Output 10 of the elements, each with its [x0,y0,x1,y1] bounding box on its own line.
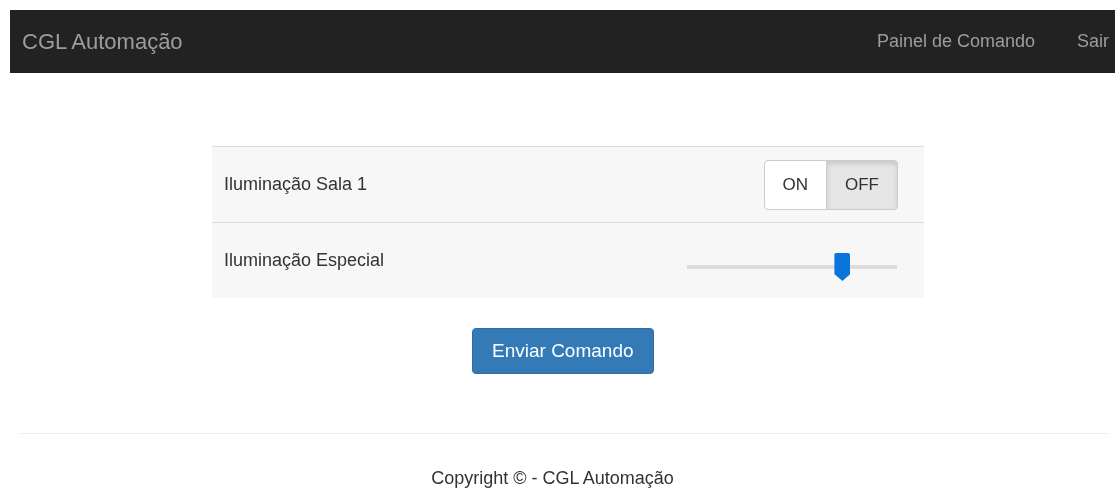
toggle-option[interactable]: ON [763,159,827,210]
brand-link[interactable]: CGL Automação [22,28,183,55]
nav-link[interactable]: Painel de Comando [876,31,1035,53]
submit-button[interactable]: Enviar Comando [472,328,654,374]
toggle-option[interactable]: OFF [826,159,898,210]
slider-thumb[interactable] [834,252,851,281]
control-label: Iluminação Sala 1 [224,174,368,196]
footer-text: Copyright © - CGL Automação [430,468,675,489]
control-label: Iluminação Especial [224,250,385,272]
nav-link[interactable]: Sair [1077,31,1109,53]
